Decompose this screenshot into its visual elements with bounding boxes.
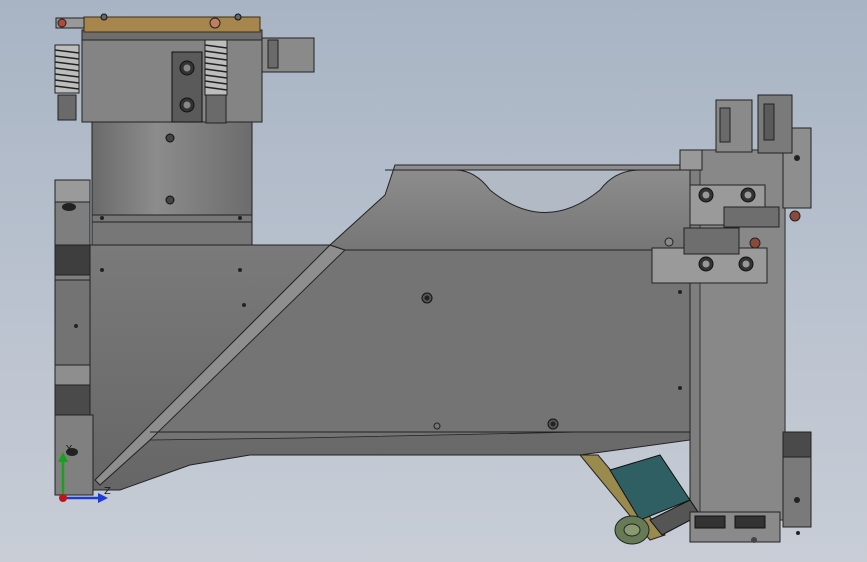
vertical-cylinder — [91, 119, 253, 246]
left-spring — [54, 44, 80, 121]
cad-model-drawing[interactable]: Y Z — [0, 0, 867, 562]
right-top-sensors — [715, 94, 793, 154]
left-side-plate — [54, 179, 94, 496]
top-cylinder-block — [81, 29, 315, 123]
y-axis-label: Y — [65, 444, 73, 455]
right-spring — [204, 39, 228, 124]
brass-top-plate — [55, 13, 261, 33]
angled-actuator — [578, 454, 701, 545]
z-axis-label: Z — [104, 486, 111, 497]
graphics-viewport[interactable]: Y Z — [0, 0, 867, 562]
